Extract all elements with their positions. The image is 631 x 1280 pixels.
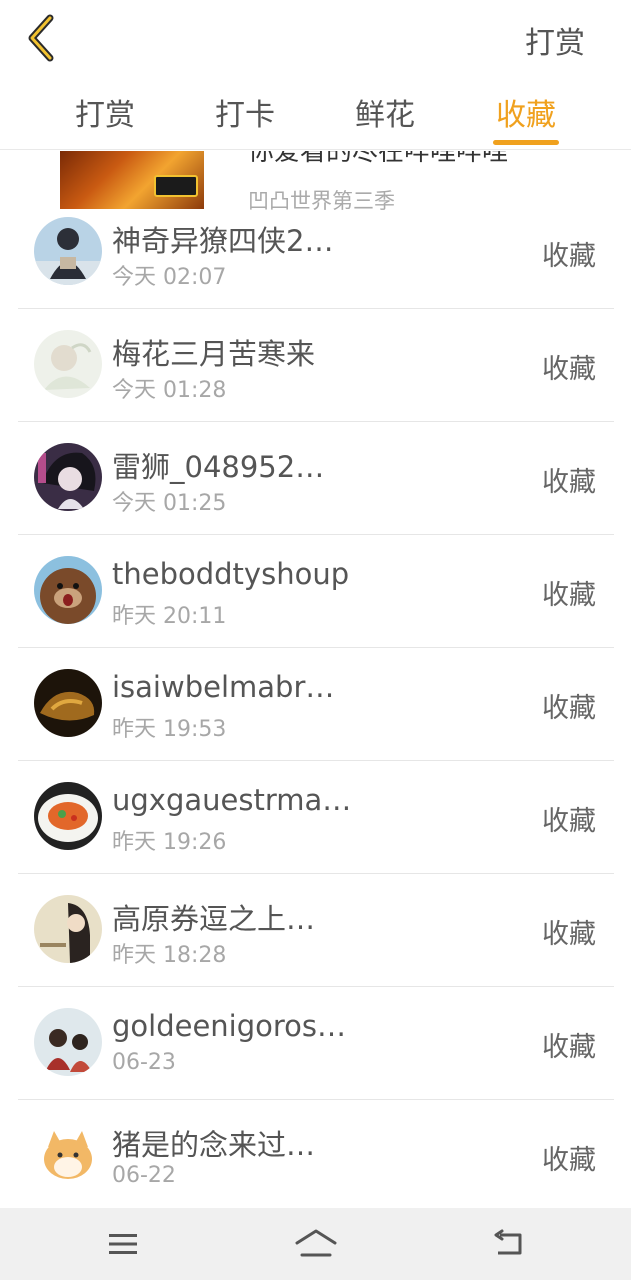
- record-type: 收藏: [542, 693, 596, 724]
- list-item[interactable]: goldeenigoros… 06-23 收藏: [18, 987, 614, 1100]
- list-item[interactable]: ugxgauestrma… 昨天 19:26 收藏: [18, 761, 614, 874]
- record-time: 今天 02:07: [112, 265, 227, 290]
- list-item[interactable]: isaiwbelmabr… 昨天 19:53 收藏: [18, 648, 614, 761]
- avatar[interactable]: [34, 1008, 102, 1076]
- menu-button[interactable]: [101, 1224, 145, 1264]
- avatar[interactable]: [34, 217, 102, 285]
- list-item[interactable]: 神奇异獠四侠2… 今天 02:07 收藏: [18, 196, 614, 309]
- avatar[interactable]: [34, 443, 102, 511]
- show-logo-icon: [154, 175, 198, 197]
- tab-bar: 打赏 打卡 鲜花 收藏: [0, 80, 631, 150]
- avatar[interactable]: [34, 556, 102, 624]
- avatar[interactable]: [34, 782, 102, 850]
- user-name: 雷狮_048952…: [112, 450, 325, 484]
- back-nav-button[interactable]: [486, 1224, 530, 1264]
- tab-reward[interactable]: 打赏: [55, 90, 155, 134]
- avatar[interactable]: [34, 330, 102, 398]
- record-time: 昨天 18:28: [112, 943, 227, 968]
- record-type: 收藏: [542, 1145, 596, 1176]
- record-type: 收藏: [542, 806, 596, 837]
- avatar[interactable]: [34, 669, 102, 737]
- header: 打赏: [0, 0, 631, 80]
- user-name: 高原券逗之上…: [112, 902, 316, 936]
- user-name: 梅花三月苦寒来: [112, 337, 316, 371]
- user-name: theboddtyshoup: [112, 557, 350, 591]
- record-type: 收藏: [542, 919, 596, 950]
- list-item[interactable]: 猪是的念来过… 06-22 收藏: [18, 1100, 614, 1213]
- tab-checkin[interactable]: 打卡: [195, 90, 295, 134]
- favorites-list: 神奇异獠四侠2… 今天 02:07 收藏 梅花三月苦寒来 今天 01:28 收藏: [18, 196, 614, 1213]
- record-type: 收藏: [542, 241, 596, 272]
- active-tab-indicator: [493, 140, 559, 145]
- user-name: 神奇异獠四侠2…: [112, 224, 334, 258]
- system-nav-bar: [0, 1208, 631, 1280]
- avatar[interactable]: [34, 1121, 102, 1189]
- record-time: 06-23: [112, 1050, 176, 1075]
- record-time: 今天 01:25: [112, 491, 227, 516]
- tab-favorites[interactable]: 收藏: [476, 90, 576, 134]
- back-icon: [494, 1229, 522, 1255]
- user-name: goldeenigoros…: [112, 1009, 347, 1043]
- user-name: ugxgauestrma…: [112, 783, 352, 817]
- record-time: 06-22: [112, 1163, 176, 1188]
- back-button[interactable]: [18, 12, 64, 64]
- list-item[interactable]: 高原券逗之上… 昨天 18:28 收藏: [18, 874, 614, 987]
- record-type: 收藏: [542, 467, 596, 498]
- video-card-title: 你爱看的尽在哔哩哔哩: [248, 151, 509, 167]
- user-name: 猪是的念来过…: [112, 1128, 316, 1162]
- avatar[interactable]: [34, 895, 102, 963]
- record-time: 昨天 19:53: [112, 717, 227, 742]
- list-item[interactable]: 梅花三月苦寒来 今天 01:28 收藏: [18, 309, 614, 422]
- tab-flowers[interactable]: 鲜花: [335, 90, 435, 134]
- menu-icon: [109, 1234, 137, 1254]
- user-name: isaiwbelmabr…: [112, 670, 335, 704]
- record-type: 收藏: [542, 1032, 596, 1063]
- chevron-left-icon: [28, 14, 54, 62]
- record-time: 昨天 20:11: [112, 604, 227, 629]
- list-item[interactable]: theboddtyshoup 昨天 20:11 收藏: [18, 535, 614, 648]
- record-type: 收藏: [542, 354, 596, 385]
- record-time: 昨天 19:26: [112, 830, 227, 855]
- record-time: 今天 01:28: [112, 378, 227, 403]
- reward-button[interactable]: 打赏: [525, 18, 585, 62]
- home-icon: [295, 1229, 337, 1257]
- home-button[interactable]: [294, 1224, 338, 1264]
- record-type: 收藏: [542, 580, 596, 611]
- list-item[interactable]: 雷狮_048952… 今天 01:25 收藏: [18, 422, 614, 535]
